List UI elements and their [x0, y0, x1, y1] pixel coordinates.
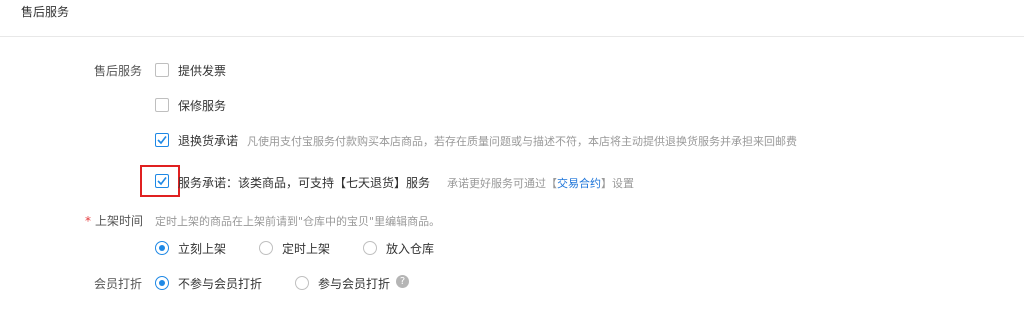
warranty-checkbox[interactable] — [155, 98, 169, 112]
member-discount-radio[interactable] — [295, 276, 309, 290]
return-promise-hint: 凡使用支付宝服务付款购买本店商品，若存在质量问题或与描述不符，本店将主动提供退换… — [247, 135, 797, 148]
to-warehouse-radio[interactable] — [363, 241, 377, 255]
required-mark: * — [85, 214, 91, 228]
check-icon — [157, 177, 167, 186]
scheduled-list-radio[interactable] — [259, 241, 273, 255]
help-icon[interactable]: ? — [396, 275, 409, 288]
service-promise-label[interactable]: 服务承诺：该类商品，可支持【七天退货】服务 — [178, 174, 430, 191]
return-promise-label[interactable]: 退换货承诺 — [178, 132, 238, 149]
invoice-checkbox[interactable] — [155, 63, 169, 77]
return-promise-checkbox[interactable] — [155, 133, 169, 147]
section-title: 售后服务 — [21, 5, 70, 19]
no-member-discount-radio[interactable] — [155, 276, 169, 290]
member-discount-option-label[interactable]: 参与会员打折 — [318, 275, 390, 292]
service-promise-checkbox[interactable] — [155, 174, 169, 188]
member-discount-label: 会员打折 — [94, 277, 143, 291]
promise-hint-prefix: 承诺更好服务可通过【 — [447, 177, 557, 190]
invoice-label[interactable]: 提供发票 — [178, 62, 226, 79]
after-sales-label: 售后服务 — [94, 64, 143, 78]
warranty-label[interactable]: 保修服务 — [178, 97, 226, 114]
scheduled-list-label[interactable]: 定时上架 — [282, 240, 330, 257]
no-member-discount-label[interactable]: 不参与会员打折 — [178, 275, 262, 292]
listing-time-hint: 定时上架的商品在上架前请到"仓库中的宝贝"里编辑商品。 — [155, 215, 441, 228]
listing-time-label: * 上架时间 — [85, 214, 144, 228]
promise-hint-suffix: 】设置 — [601, 177, 634, 190]
service-promise-hint: 承诺更好服务可通过【交易合约】设置 — [447, 175, 634, 191]
list-now-label[interactable]: 立刻上架 — [178, 240, 226, 257]
check-icon — [157, 136, 167, 145]
to-warehouse-label[interactable]: 放入仓库 — [386, 240, 434, 257]
list-now-radio[interactable] — [155, 241, 169, 255]
trade-contract-link[interactable]: 交易合约 — [557, 177, 601, 190]
section-header: 售后服务 — [0, 0, 1024, 37]
